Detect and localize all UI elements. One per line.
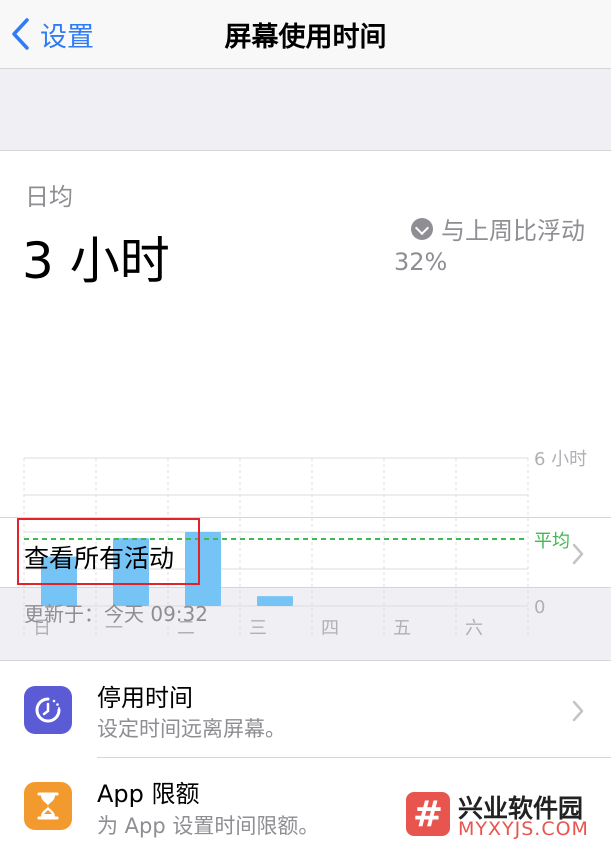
daily-average-value: 3 小时 [22, 232, 170, 290]
app-limits-title: App 限额 [97, 780, 200, 808]
show-all-activity-row[interactable]: 查看所有活动 [0, 517, 611, 589]
x-tick-label: 六 [465, 618, 483, 639]
chevron-right-icon [572, 543, 584, 565]
hourglass-icon [24, 782, 72, 830]
weekly-comparison: 与上周比浮动 [411, 211, 585, 246]
usage-summary-card: 日均 3 小时 与上周比浮动 32% 平均 6 小时 0 日一二三四五六 查看所有活动 [0, 150, 611, 639]
watermark-logo: # 兴业软件园 MYXYJS.COM [406, 792, 606, 842]
bar [257, 596, 293, 606]
x-tick-label: 三 [249, 618, 267, 639]
page-title: 屏幕使用时间 [224, 22, 387, 53]
x-tick-label: 四 [321, 618, 339, 639]
y-tick-label: 6 小时 [534, 449, 587, 470]
watermark-mark: # [406, 792, 450, 836]
arrow-down-circle-icon [411, 217, 433, 240]
comparison-percent: 32% [394, 248, 448, 276]
downtime-item[interactable]: 停用时间 设定时间远离屏幕。 [0, 661, 611, 757]
weekly-usage-chart[interactable]: 平均 6 小时 0 日一二三四五六 [0, 301, 611, 646]
last-updated-text: 更新于：今天 09:32 [24, 602, 208, 626]
comparison-label: 与上周比浮动 [441, 217, 585, 245]
navigation-bar: 设置 屏幕使用时间 [0, 0, 611, 69]
chart-canvas: 平均6 小时0日一二三四五六 [23, 449, 587, 639]
show-all-activity-label: 查看所有活动 [24, 544, 175, 573]
downtime-subtitle: 设定时间远离屏幕。 [97, 717, 286, 741]
downtime-title: 停用时间 [97, 684, 193, 712]
chevron-right-icon [572, 700, 584, 722]
downtime-icon [24, 686, 72, 734]
watermark-site: MYXYJS.COM [458, 818, 589, 840]
daily-average-label: 日均 [25, 183, 73, 211]
app-limits-subtitle: 为 App 设置时间限额。 [97, 814, 320, 838]
y-tick-label: 0 [534, 597, 545, 618]
x-tick-label: 五 [393, 618, 411, 639]
